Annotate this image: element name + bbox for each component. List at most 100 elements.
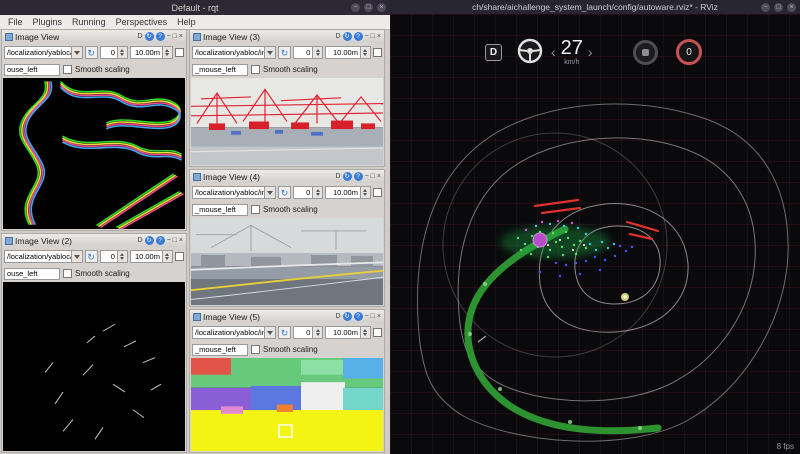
smooth-scaling-checkbox[interactable] xyxy=(63,65,72,74)
minimize-icon[interactable]: − xyxy=(365,32,369,41)
rotate-spinbox[interactable]: 0 xyxy=(293,46,324,59)
float-icon[interactable]: □ xyxy=(173,32,177,41)
image-display[interactable] xyxy=(191,78,383,165)
rotate-spinbox[interactable]: 0 xyxy=(99,250,128,263)
depth-spinbox[interactable]: 10.00m xyxy=(129,46,173,59)
dock-icon[interactable]: D xyxy=(336,172,341,181)
menu-help[interactable]: Help xyxy=(172,17,201,27)
panel-titlebar[interactable]: Image View D ↻ ? − □ × xyxy=(2,30,186,43)
dock-icon[interactable]: D xyxy=(138,32,143,41)
rotate-spinbox[interactable]: 0 xyxy=(99,46,128,59)
mouse-topic-field[interactable]: _mouse_left xyxy=(192,203,248,216)
spin-arrows-icon[interactable] xyxy=(312,187,323,198)
dynamic-range-checkbox[interactable] xyxy=(372,188,382,197)
spin-arrows-icon[interactable] xyxy=(312,47,323,58)
close-icon[interactable]: × xyxy=(377,312,381,321)
topic-select[interactable]: /localization/yabloc/ima xyxy=(192,186,276,199)
reload-icon[interactable]: ↻ xyxy=(342,172,352,181)
rotate-spinbox[interactable]: 0 xyxy=(293,326,324,339)
spin-arrows-icon[interactable] xyxy=(359,187,370,198)
dynamic-range-checkbox[interactable] xyxy=(372,48,382,57)
depth-spinbox[interactable]: 10.00m xyxy=(129,250,173,263)
panel-titlebar[interactable]: Image View (2) D ↻ ? − □ × xyxy=(2,234,186,247)
topic-select[interactable]: /localization/yabloc/i xyxy=(4,46,83,59)
dock-icon[interactable]: D xyxy=(138,236,143,245)
float-icon[interactable]: □ xyxy=(371,172,375,181)
rviz-titlebar[interactable]: ch/share/aichallenge_system_launch/confi… xyxy=(390,0,800,14)
dock-icon[interactable]: D xyxy=(336,312,341,321)
rviz-3d-view[interactable]: D ‹ 27 km/h › 0 8 fps xyxy=(390,14,800,454)
spin-arrows-icon[interactable] xyxy=(116,251,127,262)
minimize-icon[interactable]: − xyxy=(351,3,360,12)
help-icon[interactable]: ? xyxy=(155,32,165,41)
smooth-scaling-checkbox[interactable] xyxy=(251,205,260,214)
mouse-topic-field[interactable]: ouse_left xyxy=(4,267,60,280)
dynamic-range-checkbox[interactable] xyxy=(372,328,382,337)
close-icon[interactable]: × xyxy=(377,172,381,181)
image-display[interactable] xyxy=(3,282,185,451)
refresh-topics-button[interactable]: ↻ xyxy=(277,186,292,199)
image-view-panel-3: Image View (3) D ↻ ? − □ × /localization… xyxy=(189,29,385,167)
minimize-icon[interactable]: − xyxy=(761,3,770,12)
panel-titlebar[interactable]: Image View (4) D ↻ ? − □ × xyxy=(190,170,384,183)
float-icon[interactable]: □ xyxy=(371,312,375,321)
panel-titlebar[interactable]: Image View (3) D ↻ ? − □ × xyxy=(190,30,384,43)
topic-select[interactable]: /localization/yabloc/i xyxy=(4,250,83,263)
image-display[interactable] xyxy=(3,78,185,229)
mouse-topic-field[interactable]: _mouse_left xyxy=(192,343,248,356)
close-icon[interactable]: × xyxy=(787,3,796,12)
smooth-scaling-checkbox[interactable] xyxy=(63,269,72,278)
help-icon[interactable]: ? xyxy=(353,32,363,41)
topic-select[interactable]: /localization/yabloc/ima xyxy=(192,46,276,59)
help-icon[interactable]: ? xyxy=(353,172,363,181)
reload-icon[interactable]: ↻ xyxy=(342,312,352,321)
image-display[interactable] xyxy=(191,358,383,451)
spin-arrows-icon[interactable] xyxy=(359,47,370,58)
minimize-icon[interactable]: − xyxy=(167,32,171,41)
float-icon[interactable]: □ xyxy=(371,32,375,41)
minimize-icon[interactable]: − xyxy=(365,172,369,181)
refresh-topics-button[interactable]: ↻ xyxy=(84,46,98,59)
depth-spinbox[interactable]: 10.00m xyxy=(325,326,371,339)
dock-icon[interactable]: D xyxy=(336,32,341,41)
dynamic-range-checkbox[interactable] xyxy=(174,252,184,261)
mouse-topic-field[interactable]: _mouse_left xyxy=(192,63,248,76)
image-display[interactable] xyxy=(191,218,383,305)
topic-select[interactable]: /localization/yabloc/ima xyxy=(192,326,276,339)
spin-arrows-icon[interactable] xyxy=(359,327,370,338)
depth-spinbox[interactable]: 10.00m xyxy=(325,46,371,59)
help-icon[interactable]: ? xyxy=(155,236,165,245)
close-icon[interactable]: × xyxy=(179,236,183,245)
reload-icon[interactable]: ↻ xyxy=(144,32,154,41)
refresh-topics-button[interactable]: ↻ xyxy=(277,326,292,339)
spin-arrows-icon[interactable] xyxy=(161,47,172,58)
maximize-icon[interactable]: □ xyxy=(774,3,783,12)
rotate-spinbox[interactable]: 0 xyxy=(293,186,324,199)
smooth-scaling-checkbox[interactable] xyxy=(251,65,260,74)
menu-file[interactable]: File xyxy=(3,17,28,27)
depth-spinbox[interactable]: 10.00m xyxy=(325,186,371,199)
close-icon[interactable]: × xyxy=(377,3,386,12)
rqt-titlebar[interactable]: Default - rqt − □ × xyxy=(0,0,390,15)
help-icon[interactable]: ? xyxy=(353,312,363,321)
spin-arrows-icon[interactable] xyxy=(161,251,172,262)
smooth-scaling-checkbox[interactable] xyxy=(251,345,260,354)
float-icon[interactable]: □ xyxy=(173,236,177,245)
refresh-topics-button[interactable]: ↻ xyxy=(277,46,292,59)
menu-perspectives[interactable]: Perspectives xyxy=(111,17,173,27)
refresh-topics-button[interactable]: ↻ xyxy=(84,250,98,263)
reload-icon[interactable]: ↻ xyxy=(144,236,154,245)
close-icon[interactable]: × xyxy=(179,32,183,41)
reload-icon[interactable]: ↻ xyxy=(342,32,352,41)
close-icon[interactable]: × xyxy=(377,32,381,41)
maximize-icon[interactable]: □ xyxy=(364,3,373,12)
spin-arrows-icon[interactable] xyxy=(312,327,323,338)
menu-plugins[interactable]: Plugins xyxy=(28,17,68,27)
spin-arrows-icon[interactable] xyxy=(116,47,127,58)
minimize-icon[interactable]: − xyxy=(365,312,369,321)
panel-titlebar[interactable]: Image View (5) D ↻ ? − □ × xyxy=(190,310,384,323)
dynamic-range-checkbox[interactable] xyxy=(174,48,184,57)
menu-running[interactable]: Running xyxy=(67,17,111,27)
minimize-icon[interactable]: − xyxy=(167,236,171,245)
mouse-topic-field[interactable]: ouse_left xyxy=(4,63,60,76)
